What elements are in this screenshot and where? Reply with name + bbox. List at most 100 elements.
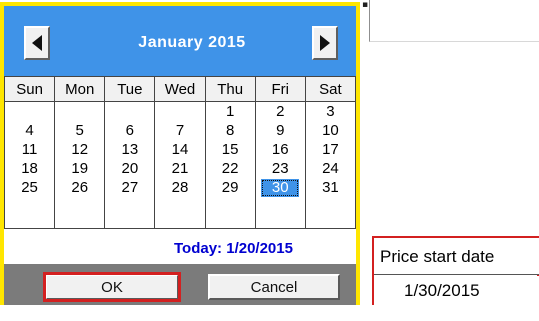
previous-month-button[interactable] bbox=[24, 26, 50, 60]
week-row: 18 19 20 21 22 23 24 bbox=[3, 159, 357, 178]
date-label: 7 bbox=[175, 121, 185, 139]
cancel-button[interactable]: Cancel bbox=[208, 274, 340, 300]
weekday-wed: Wed bbox=[154, 76, 206, 102]
date-label: 5 bbox=[75, 121, 84, 139]
date-picker-screen: ▪ January 2015 Sun Mon Tue Wed Thu Fri S… bbox=[0, 0, 539, 321]
date-cell[interactable] bbox=[154, 101, 206, 121]
date-cell[interactable]: 1 bbox=[204, 101, 256, 121]
date-cell[interactable]: 7 bbox=[154, 121, 206, 140]
week-row: 11 12 13 14 15 16 17 bbox=[3, 140, 357, 159]
weekday-mon: Mon bbox=[54, 76, 106, 102]
date-label: 17 bbox=[322, 140, 339, 158]
empty-cell bbox=[104, 197, 156, 229]
date-label: 6 bbox=[125, 121, 135, 139]
date-cell[interactable]: 28 bbox=[154, 178, 206, 197]
date-cell[interactable]: 19 bbox=[54, 159, 106, 178]
date-label: 12 bbox=[71, 140, 89, 158]
date-cell[interactable] bbox=[54, 101, 106, 121]
empty-cell bbox=[54, 197, 106, 229]
date-cell[interactable]: 22 bbox=[204, 159, 256, 178]
calendar-table: Sun Mon Tue Wed Thu Fri Sat 1 2 3 4 5 6 … bbox=[3, 76, 357, 229]
date-label: 23 bbox=[271, 159, 289, 177]
date-label: 11 bbox=[21, 140, 38, 158]
date-cell[interactable]: 9 bbox=[254, 121, 306, 140]
date-cell[interactable]: 4 bbox=[3, 121, 56, 140]
date-cell[interactable]: 21 bbox=[154, 159, 206, 178]
today-link[interactable]: Today: 1/20/2015 bbox=[174, 240, 293, 257]
date-cell[interactable]: 25 bbox=[3, 178, 56, 197]
date-cell[interactable]: 13 bbox=[104, 140, 156, 159]
calendar-header: January 2015 bbox=[4, 6, 356, 76]
weekday-tue: Tue bbox=[104, 76, 156, 102]
empty-cell bbox=[154, 197, 206, 229]
empty-cell bbox=[204, 197, 256, 229]
date-cell[interactable] bbox=[3, 101, 56, 121]
empty-cell bbox=[304, 197, 357, 229]
date-cell[interactable] bbox=[104, 101, 156, 121]
month-title: January 2015 bbox=[138, 34, 246, 51]
date-cell[interactable]: 6 bbox=[104, 121, 156, 140]
field-value[interactable]: 1/30/2015 bbox=[374, 276, 539, 305]
calendar-footer: OK Cancel bbox=[4, 264, 356, 305]
date-label: 24 bbox=[322, 159, 339, 177]
date-cell[interactable]: 11 bbox=[3, 140, 56, 159]
date-cell[interactable]: 20 bbox=[104, 159, 156, 178]
date-label: 21 bbox=[171, 159, 189, 177]
date-label: 13 bbox=[121, 140, 139, 158]
date-cell[interactable]: 15 bbox=[204, 140, 256, 159]
date-label: 29 bbox=[221, 178, 239, 196]
calendar-grid: Sun Mon Tue Wed Thu Fri Sat 1 2 3 4 5 6 … bbox=[3, 76, 357, 264]
ok-button[interactable]: OK bbox=[43, 272, 181, 302]
date-label: 18 bbox=[21, 159, 38, 177]
date-label: 20 bbox=[121, 159, 139, 177]
date-cell[interactable]: 5 bbox=[54, 121, 106, 140]
calendar-popup: January 2015 Sun Mon Tue Wed Thu Fri Sat bbox=[0, 2, 360, 305]
date-cell[interactable]: 8 bbox=[204, 121, 256, 140]
weekday-fri: Fri bbox=[254, 76, 306, 102]
date-cell[interactable]: 31 bbox=[304, 178, 357, 197]
date-cell[interactable]: 16 bbox=[254, 140, 306, 159]
date-cell[interactable]: 27 bbox=[104, 178, 156, 197]
date-cell[interactable]: 12 bbox=[54, 140, 106, 159]
empty-cell bbox=[3, 197, 56, 229]
next-month-button[interactable] bbox=[312, 26, 338, 60]
date-label: 28 bbox=[171, 178, 189, 196]
date-label: 27 bbox=[121, 178, 139, 196]
date-cell[interactable]: 26 bbox=[54, 178, 106, 197]
weekday-sat: Sat bbox=[304, 76, 357, 102]
triangle-right-icon bbox=[320, 35, 330, 51]
date-cell[interactable]: 10 bbox=[304, 121, 357, 140]
date-label: 9 bbox=[276, 121, 285, 139]
date-cell[interactable]: 29 bbox=[204, 178, 256, 197]
date-label: 3 bbox=[326, 102, 335, 120]
weekday-thu: Thu bbox=[204, 76, 256, 102]
date-cell[interactable]: 23 bbox=[254, 159, 306, 178]
week-row: 1 2 3 bbox=[3, 101, 357, 121]
week-row: 25 26 27 28 29 30 31 bbox=[3, 178, 357, 197]
triangle-left-icon bbox=[32, 35, 42, 51]
date-label: 1 bbox=[225, 102, 235, 120]
date-label: 15 bbox=[221, 140, 239, 158]
date-cell[interactable]: 18 bbox=[3, 159, 56, 178]
date-cell-selected[interactable]: 30 bbox=[254, 178, 306, 197]
background-grid bbox=[369, 0, 539, 42]
empty-row bbox=[3, 197, 357, 229]
date-label: 2 bbox=[276, 102, 285, 120]
date-label: 31 bbox=[322, 178, 339, 196]
empty-cell bbox=[254, 197, 306, 229]
date-label: 19 bbox=[71, 159, 89, 177]
price-start-date-field[interactable]: Price start date 1/30/2015 bbox=[372, 236, 539, 305]
date-label: 14 bbox=[171, 140, 189, 158]
date-label: 16 bbox=[271, 140, 289, 158]
date-cell[interactable]: 24 bbox=[304, 159, 357, 178]
date-label: 26 bbox=[71, 178, 89, 196]
date-label: 25 bbox=[21, 178, 38, 196]
date-label: 22 bbox=[221, 159, 239, 177]
date-cell[interactable]: 2 bbox=[254, 101, 306, 121]
date-label: 10 bbox=[322, 121, 339, 139]
date-label: 8 bbox=[225, 121, 235, 139]
date-cell[interactable]: 17 bbox=[304, 140, 357, 159]
field-label: Price start date bbox=[374, 238, 539, 275]
date-cell[interactable]: 3 bbox=[304, 101, 357, 121]
date-cell[interactable]: 14 bbox=[154, 140, 206, 159]
